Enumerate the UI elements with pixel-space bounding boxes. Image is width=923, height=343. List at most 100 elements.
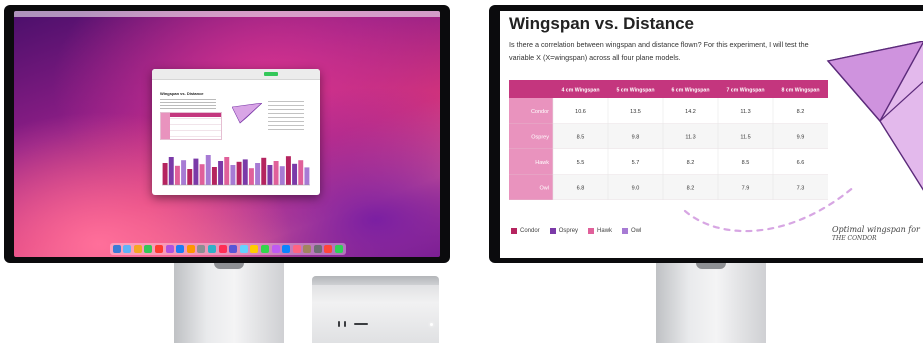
doc-chart-bar: [273, 161, 279, 185]
dock-app-icon[interactable]: [165, 245, 174, 253]
table-column-header: 8 cm Wingspan: [781, 88, 819, 94]
table-cell-value: 9.8: [632, 134, 640, 140]
table-column-header: 5 cm Wingspan: [616, 88, 654, 94]
table-cell-value: 14.2: [685, 109, 696, 115]
legend-swatch: [549, 228, 556, 234]
table-cell-value: 9.0: [632, 185, 640, 191]
dock-app-icon[interactable]: [197, 245, 206, 253]
doc-chart-bar: [267, 165, 273, 185]
pages-document-window: Wingspan vs. Distance: [152, 69, 320, 195]
usb-c-port: [338, 321, 340, 327]
document-title: Wingspan vs. Distance: [509, 14, 695, 33]
legend-item: Condor: [511, 228, 540, 234]
legend-item: Owl: [622, 228, 641, 234]
doc-chart-bar: [279, 166, 285, 185]
doc-chart-bar: [304, 167, 310, 185]
dock-app-icon[interactable]: [335, 245, 344, 253]
stand-hinge: [696, 263, 726, 269]
mac-studio-top: [312, 276, 439, 285]
doc-chart-bar: [242, 159, 248, 185]
table-cell-value: 13.5: [630, 109, 641, 115]
legend-swatch: [588, 228, 595, 234]
dock-app-icon[interactable]: [186, 245, 195, 253]
doc-chart-bar: [224, 157, 230, 185]
dock: [110, 243, 346, 255]
doc-text-lines: [160, 99, 216, 109]
doc-chart-bar: [285, 156, 291, 185]
chart-legend: Condor Osprey Hawk Owl: [511, 228, 641, 234]
handwritten-notes: [268, 101, 304, 131]
toolbar-green-button: [264, 72, 278, 76]
doc-chart-bar: [292, 163, 298, 185]
dock-app-icon[interactable]: [292, 245, 301, 253]
dock-app-icon[interactable]: [154, 245, 163, 253]
dock-app-icon[interactable]: [250, 245, 259, 253]
paper-airplane-illustration: [826, 41, 923, 191]
left-display-stand: [174, 263, 284, 343]
document-toolbar: [152, 69, 320, 80]
legend-label: Condor: [520, 228, 540, 234]
dock-app-icon[interactable]: [218, 245, 227, 253]
table-cell-value: 6.8: [577, 185, 585, 191]
usb-c-port: [344, 321, 346, 327]
doc-chart-bar: [236, 161, 242, 185]
table-row-label: Osprey: [531, 134, 549, 140]
doc-chart-bar: [230, 165, 236, 185]
doc-chart-bar: [255, 163, 261, 185]
dock-app-icon[interactable]: [144, 245, 153, 253]
sd-card-slot: [354, 323, 368, 325]
table-row-label: Owl: [540, 185, 549, 191]
doc-chart-bar: [298, 160, 304, 185]
doc-chart-bar: [211, 167, 217, 185]
table-cell-value: 10.6: [575, 109, 586, 115]
legend-item: Osprey: [549, 228, 579, 234]
note-line-2: THE CONDOR: [832, 235, 877, 242]
dock-app-icon[interactable]: [271, 245, 280, 253]
table-column-header: 4 cm Wingspan: [561, 88, 599, 94]
dock-app-icon[interactable]: [260, 245, 269, 253]
doc-chart-bar: [248, 168, 254, 185]
handwritten-annotation: Optimal wingspan for THE CONDOR: [832, 225, 923, 243]
menu-bar: [14, 11, 440, 17]
doc-chart-bar: [261, 157, 267, 185]
table-cell-value: 8.5: [742, 160, 750, 166]
doc-bar-chart: [162, 155, 310, 186]
legend-label: Hawk: [597, 228, 613, 234]
doc-chart-bar: [205, 155, 211, 185]
table-cell-value: 9.9: [797, 134, 805, 140]
doc-chart-bar: [218, 161, 224, 185]
dock-app-icon[interactable]: [112, 245, 121, 253]
table-row-label: Condor: [531, 109, 549, 115]
table-cell-value: 5.5: [577, 160, 585, 166]
dock-app-icon[interactable]: [123, 245, 132, 253]
doc-chart-bar: [193, 158, 199, 185]
doc-title: Wingspan vs. Distance: [160, 91, 204, 96]
doc-table: [160, 112, 222, 140]
dock-app-icon[interactable]: [133, 245, 142, 253]
legend-label: Owl: [631, 228, 642, 234]
dock-app-icon[interactable]: [303, 245, 312, 253]
dock-app-icon[interactable]: [207, 245, 216, 253]
table-header-row: [509, 80, 828, 98]
dock-app-icon[interactable]: [229, 245, 238, 253]
dock-app-icon[interactable]: [176, 245, 185, 253]
document-body-text: Is there a correlation between wingspan …: [509, 40, 809, 62]
table-cell-value: 6.6: [797, 160, 805, 166]
paper-airplane-drawing: [232, 103, 262, 124]
legend-swatch: [622, 228, 629, 234]
dock-app-icon[interactable]: [239, 245, 248, 253]
legend-label: Osprey: [558, 228, 579, 234]
doc-chart-bar: [168, 157, 174, 185]
legend-item: Hawk: [588, 228, 612, 234]
dock-app-icon[interactable]: [313, 245, 322, 253]
stand-hinge: [214, 263, 244, 269]
legend-swatch: [511, 228, 517, 234]
power-led: [430, 323, 433, 326]
dock-app-icon[interactable]: [324, 245, 333, 253]
left-screen-wallpaper: Wingspan vs. Distance: [14, 11, 440, 257]
dock-app-icon[interactable]: [282, 245, 291, 253]
doc-chart-bar: [181, 160, 187, 185]
note-line-1: Optimal wingspan for: [832, 225, 920, 234]
table-cell-value: 5.7: [632, 160, 640, 166]
table-column-header: 6 cm Wingspan: [671, 88, 709, 94]
